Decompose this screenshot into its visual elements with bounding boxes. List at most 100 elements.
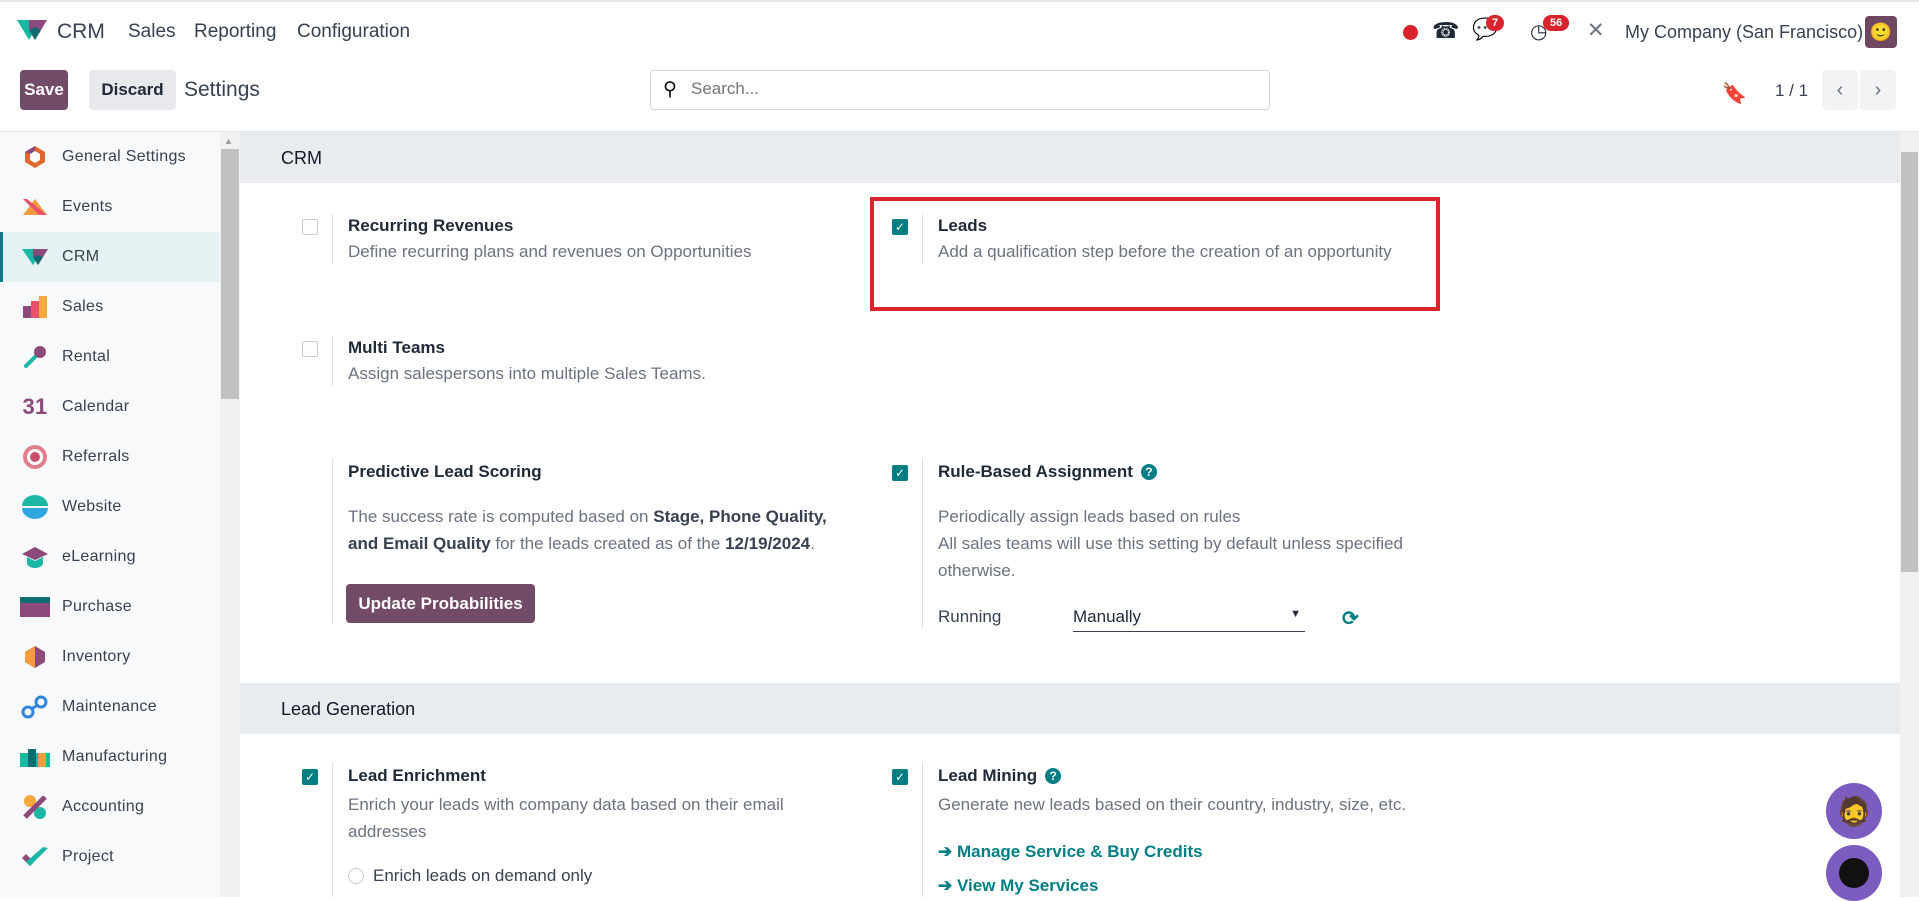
sidebar-item-sales[interactable]: Sales — [0, 282, 220, 332]
favorites-bookmark-icon[interactable]: 🔖 — [1722, 81, 1747, 106]
leads-checkbox[interactable]: ✓ — [892, 219, 908, 235]
lead-enrichment-checkbox[interactable]: ✓ — [302, 769, 318, 785]
help-icon[interactable]: ? — [1045, 768, 1062, 784]
enrich-on-demand-radio[interactable] — [348, 868, 364, 884]
sidebar-item-label: Manufacturing — [62, 748, 168, 765]
sidebar-item-events[interactable]: Events — [0, 182, 220, 232]
settings-content: CRM Recurring Revenues Define recurring … — [240, 132, 1900, 897]
discard-button[interactable]: Discard — [89, 70, 176, 110]
lead-enrichment-desc: Enrich your leads with company data base… — [348, 795, 784, 841]
settings-sidebar: General Settings Events CRM Sales Rental… — [0, 132, 220, 897]
recording-indicator-icon[interactable] — [1403, 25, 1418, 40]
project-icon — [20, 844, 50, 870]
sidebar-item-manufacturing[interactable]: Manufacturing — [0, 732, 220, 782]
calendar-icon: 31 — [22, 394, 48, 419]
sidebar-item-label: Rental — [62, 348, 111, 365]
multi-teams-desc: Assign salespersons into multiple Sales … — [348, 364, 706, 383]
update-probabilities-button[interactable]: Update Probabilities — [346, 584, 535, 623]
crm-logo-icon[interactable] — [15, 18, 49, 47]
sidebar-item-label: Maintenance — [62, 698, 157, 715]
referrals-icon — [20, 444, 50, 470]
inventory-icon — [20, 644, 50, 670]
recurring-revenues-desc: Define recurring plans and revenues on O… — [348, 242, 752, 261]
menu-reporting[interactable]: Reporting — [194, 21, 276, 43]
control-panel: Save Discard Settings ⚲ 🔖 1 / 1 ‹ › — [0, 58, 1919, 132]
sidebar-item-accounting[interactable]: Accounting — [0, 782, 220, 832]
sidebar-item-calendar[interactable]: 31 Calendar — [0, 382, 220, 432]
sidebar-item-label: General Settings — [62, 148, 186, 165]
sidebar-item-elearning[interactable]: eLearning — [0, 532, 220, 582]
purchase-icon — [20, 594, 50, 620]
top-navbar: CRM Sales Reporting Configuration ☎ 💬 7 … — [0, 0, 1919, 58]
running-label: Running — [938, 607, 1002, 626]
website-icon — [20, 494, 50, 520]
tools-icon[interactable]: ✕ — [1587, 18, 1605, 43]
recurring-revenues-label: Recurring Revenues — [348, 216, 514, 235]
menu-configuration[interactable]: Configuration — [297, 21, 410, 43]
content-scrollbar[interactable] — [1900, 132, 1919, 897]
events-icon — [20, 194, 50, 220]
sidebar-item-project[interactable]: Project — [0, 832, 220, 882]
lead-mining-desc: Generate new leads based on their countr… — [938, 795, 1407, 814]
rule-based-assignment-label: Rule-Based Assignment? — [938, 462, 1157, 482]
search-input[interactable] — [691, 79, 1251, 99]
manage-service-link[interactable]: ➔ Manage Service & Buy Credits — [938, 842, 1203, 862]
lead-enrichment-label: Lead Enrichment — [348, 766, 486, 785]
chat-avatar-bot[interactable] — [1826, 845, 1882, 901]
chat-avatar-user[interactable]: 🧔 — [1826, 783, 1882, 839]
rule-based-assignment-desc: Periodically assign leads based on rules… — [938, 507, 1403, 580]
sidebar-item-label: Referrals — [62, 448, 130, 465]
phone-icon[interactable]: ☎ — [1432, 18, 1459, 44]
sidebar-item-label: Purchase — [62, 598, 132, 615]
app-name[interactable]: CRM — [57, 20, 105, 44]
help-icon[interactable]: ? — [1140, 464, 1157, 480]
predictive-lead-scoring-label: Predictive Lead Scoring — [348, 462, 542, 481]
activities-badge: 56 — [1543, 15, 1570, 31]
section-heading-lead-generation: Lead Generation — [240, 683, 1900, 734]
leads-desc: Add a qualification step before the crea… — [938, 242, 1392, 261]
sidebar-item-crm[interactable]: CRM — [0, 232, 220, 282]
lead-mining-label: Lead Mining? — [938, 766, 1062, 786]
crm-icon — [20, 244, 50, 270]
messages-badge: 7 — [1486, 15, 1505, 31]
leads-label: Leads — [938, 216, 988, 235]
general-settings-icon — [20, 144, 50, 170]
lead-mining-checkbox[interactable]: ✓ — [892, 769, 908, 785]
search-icon: ⚲ — [663, 79, 677, 100]
sidebar-item-label: CRM — [62, 248, 100, 265]
sidebar-item-rental[interactable]: Rental — [0, 332, 220, 382]
sidebar-item-maintenance[interactable]: Maintenance — [0, 682, 220, 732]
multi-teams-checkbox[interactable] — [302, 341, 318, 357]
recurring-revenues-checkbox[interactable] — [302, 219, 318, 235]
view-my-services-link[interactable]: ➔ View My Services — [938, 876, 1098, 896]
running-select[interactable]: Manually ▼ — [1073, 604, 1305, 632]
predictive-lead-scoring-desc: The success rate is computed based on St… — [348, 507, 827, 553]
user-avatar[interactable]: 🙂 — [1865, 16, 1897, 48]
search-box[interactable]: ⚲ — [650, 70, 1270, 110]
page-title: Settings — [184, 78, 260, 101]
menu-sales[interactable]: Sales — [128, 21, 176, 43]
sidebar-item-label: Project — [62, 848, 114, 865]
running-select-value: Manually — [1073, 607, 1142, 626]
sidebar-item-website[interactable]: Website — [0, 482, 220, 532]
save-button[interactable]: Save — [20, 70, 68, 110]
sidebar-item-purchase[interactable]: Purchase — [0, 582, 220, 632]
sidebar-scrollbar[interactable]: ▲ — [220, 132, 240, 897]
multi-teams-label: Multi Teams — [348, 338, 445, 357]
company-switcher[interactable]: My Company (San Francisco) — [1625, 22, 1863, 43]
rule-based-assignment-checkbox[interactable]: ✓ — [892, 465, 908, 481]
sidebar-item-general-settings[interactable]: General Settings — [0, 132, 220, 182]
sidebar-item-label: Inventory — [62, 648, 131, 665]
caret-down-icon: ▼ — [1290, 608, 1301, 620]
sidebar-item-inventory[interactable]: Inventory — [0, 632, 220, 682]
sales-icon — [20, 294, 50, 320]
pager-value[interactable]: 1 / 1 — [1775, 81, 1808, 101]
sidebar-item-label: Accounting — [62, 798, 145, 815]
refresh-icon[interactable]: ⟳ — [1342, 606, 1359, 631]
sidebar-item-label: Events — [62, 198, 113, 215]
pager-previous-button[interactable]: ‹ — [1822, 70, 1858, 110]
enrich-on-demand-label[interactable]: Enrich leads on demand only — [373, 862, 592, 889]
sidebar-item-label: Calendar — [62, 398, 130, 415]
sidebar-item-referrals[interactable]: Referrals — [0, 432, 220, 482]
pager-next-button[interactable]: › — [1860, 70, 1896, 110]
